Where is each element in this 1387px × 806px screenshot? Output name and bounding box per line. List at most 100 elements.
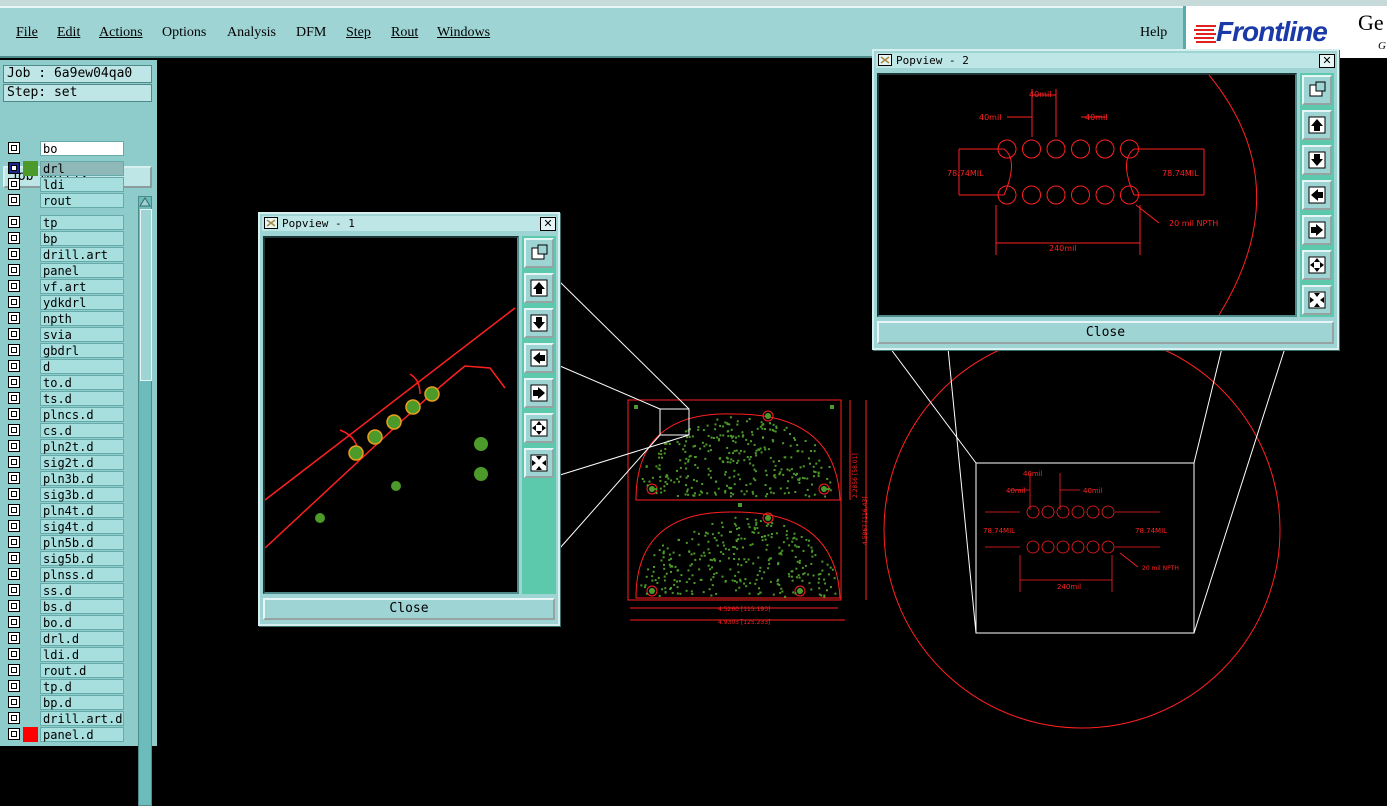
board-width-dim-1: 4.5260 [115.193] [718, 606, 770, 613]
pan-left-icon [530, 349, 548, 367]
pcb-pad [706, 492, 709, 495]
pcb-pad [772, 593, 775, 596]
pcb-pad [801, 566, 804, 569]
pcb-pad [794, 438, 796, 441]
pcb-pad [757, 531, 760, 534]
pcb-pad [789, 444, 792, 447]
pcb-pad [702, 551, 705, 554]
pcb-pad [711, 533, 714, 536]
pcb-pad [769, 428, 772, 431]
zoom-out-button[interactable] [524, 448, 554, 478]
pcb-pad [718, 438, 720, 441]
pcb-pad [833, 577, 836, 580]
hole-outline [1046, 185, 1066, 205]
pcb-pad [740, 564, 743, 567]
pcb-pad [714, 480, 717, 483]
window-menu-icon[interactable] [264, 217, 278, 229]
window-menu-icon[interactable] [878, 54, 892, 66]
pan-up-button[interactable] [1302, 110, 1332, 140]
zoom-in-button[interactable] [1302, 250, 1332, 280]
pcb-pad [736, 420, 739, 423]
pcb-pad [748, 526, 751, 529]
pcb-pad [671, 565, 674, 568]
popview-2-close-icon[interactable]: ✕ [1319, 54, 1335, 68]
pcb-pad [684, 450, 687, 453]
pcb-pad [754, 518, 757, 521]
pcb-pad [817, 475, 820, 478]
pcb-pad [655, 488, 658, 491]
popview-1-close-icon[interactable]: ✕ [540, 217, 556, 231]
pcb-pad [658, 549, 661, 552]
pcb-pad [659, 479, 662, 482]
pcb-pad [733, 450, 736, 452]
hole-outline [1022, 139, 1041, 159]
pcb-pad [770, 491, 773, 494]
hole-outline [1041, 505, 1055, 519]
pcb-pad [693, 530, 696, 533]
mag-right-pitch: 40mil [1083, 487, 1103, 495]
popview-1-window[interactable]: Popview - 1 ✕ Close [258, 212, 560, 626]
pcb-pad [700, 554, 703, 557]
pcb-pad [752, 492, 755, 495]
zoom-fit-button[interactable] [524, 238, 554, 268]
pcb-pad [716, 418, 719, 421]
pcb-pad [726, 484, 728, 487]
pcb-pad [829, 489, 832, 492]
pcb-pad [704, 457, 707, 460]
pan-down-button[interactable] [1302, 145, 1332, 175]
pcb-pad [653, 566, 655, 568]
pcb-pad [719, 551, 722, 554]
zoom-out-button[interactable] [1302, 285, 1332, 315]
popview-1-close-button[interactable]: Close [263, 598, 555, 620]
pcb-pad [679, 459, 682, 462]
pcb-pad [717, 487, 720, 490]
pcb-pad [813, 470, 816, 473]
popview-1-titlebar[interactable]: Popview - 1 ✕ [262, 216, 556, 231]
pcb-pad [736, 547, 739, 550]
zoom-fit-button[interactable] [1302, 75, 1332, 105]
pan-right-button[interactable] [524, 378, 554, 408]
zoom-in-button[interactable] [524, 413, 554, 443]
pcb-pad [798, 562, 801, 564]
pcb-pad [647, 568, 650, 571]
popview-2-titlebar[interactable]: Popview - 2 ✕ [876, 53, 1335, 68]
pan-right-button[interactable] [1302, 215, 1332, 245]
pcb-pad [746, 456, 749, 458]
pcb-pad [652, 570, 655, 573]
pcb-pad [733, 469, 736, 472]
pcb-pad [707, 473, 710, 476]
pv2-top-pitch: 40mil [1029, 90, 1051, 99]
pan-down-button[interactable] [524, 308, 554, 338]
pv2-left-pitch: 40mil [979, 113, 1001, 122]
pcb-pad [691, 435, 694, 438]
pcb-pad [694, 444, 697, 447]
pcb-pad [830, 586, 832, 589]
pcb-pad [697, 532, 700, 535]
pcb-pad [745, 420, 748, 423]
popview-1-canvas[interactable] [263, 236, 519, 594]
popview-2-window[interactable]: Popview - 2 ✕ 40mil 40mil 40mil 78.74MIL [872, 49, 1339, 350]
pcb-pad [753, 468, 756, 471]
pcb-pad [768, 562, 771, 565]
pcb-pad [666, 483, 669, 485]
pcb-pad [761, 427, 764, 430]
pcb-pad [791, 476, 794, 479]
pcb-pad [693, 582, 696, 584]
pcb-pad [767, 534, 770, 537]
popview-1-toolbar [522, 236, 556, 594]
pcb-pad [734, 546, 736, 549]
pcb-pad [684, 462, 687, 465]
popview-2-close-button[interactable]: Close [877, 321, 1334, 344]
pcb-pad [781, 549, 784, 552]
pcb-pad [687, 460, 690, 463]
pan-left-button[interactable] [524, 343, 554, 373]
pcb-pad [657, 576, 660, 579]
popview-2-canvas[interactable]: 40mil 40mil 40mil 78.74MIL 78.74MIL 20 m… [877, 73, 1297, 317]
pan-left-button[interactable] [1302, 180, 1332, 210]
pan-up-button[interactable] [524, 273, 554, 303]
pcb-pad [710, 476, 712, 479]
pcb-pad [759, 591, 762, 594]
pcb-pad [663, 579, 666, 582]
pcb-pad [737, 563, 739, 566]
pcb-pad [662, 556, 665, 559]
